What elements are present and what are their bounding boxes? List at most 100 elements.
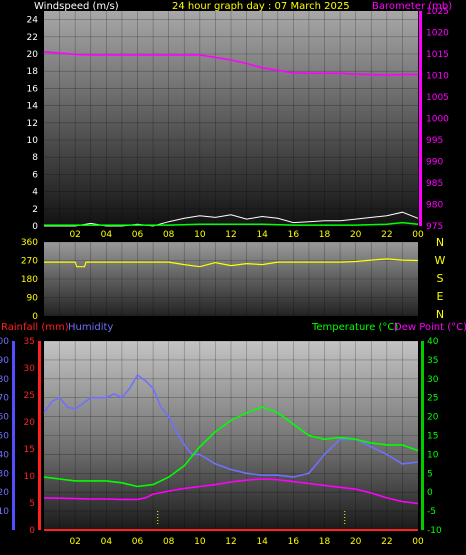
windspeed-tick-label: 16: [27, 84, 39, 94]
barometer-tick-label: 1000: [426, 115, 449, 125]
time-tick-label: 14: [256, 537, 268, 547]
rainfall-tick-label: 25: [24, 391, 35, 401]
barometer-tick-label: 1005: [426, 93, 449, 103]
time-tick-label: 10: [194, 230, 206, 240]
temperature-scale-bar: [421, 341, 424, 530]
rainfall-tick-label: 10: [24, 472, 36, 482]
windspeed-axis: 024681012141618202224: [27, 16, 39, 232]
temperature-label: Temperature (°C): [311, 322, 398, 333]
time-tick-label: 02: [69, 537, 80, 547]
time-tick-label: 12: [225, 537, 236, 547]
compass-labels: NWSEN: [435, 236, 446, 321]
direction-tick-label: 360: [21, 238, 38, 248]
humidity-tick-label: 80: [0, 375, 9, 385]
temperature-axis: -10 -5 0 5 10 15 20 25 30 35 40: [427, 337, 442, 536]
rainfall-tick-label: 15: [24, 445, 35, 455]
temperature-tick-label: 5: [427, 469, 433, 479]
humidity-tick-label: 50: [0, 432, 9, 442]
windspeed-label: Windspeed (m/s): [34, 1, 119, 12]
humidity-tick-label: 40: [0, 450, 9, 460]
barometer-scale-bar: [419, 11, 422, 226]
weather-graph: Windspeed (m/s) 24 hour graph day : 07 M…: [0, 1, 466, 547]
wind-time-axis: 02 04 06 08 10 12 14 16 18 20 22 00: [69, 230, 424, 240]
windspeed-tick-label: 14: [27, 102, 39, 112]
time-tick-label: 10: [194, 537, 206, 547]
time-tick-label: 04: [101, 230, 113, 240]
windspeed-tick-label: 10: [27, 136, 39, 146]
humidity-tick-label: 70: [0, 394, 9, 404]
temperature-tick-label: -10: [427, 526, 442, 536]
temperature-tick-label: 30: [427, 375, 439, 385]
compass-label: E: [437, 290, 444, 303]
humidity-axis: 10 20 30 40 50 60 70 80 90 100: [0, 337, 9, 517]
direction-axis: 0 90 180 270 360: [21, 238, 38, 322]
humidity-scale-bar: [12, 341, 15, 530]
temperature-tick-label: 25: [427, 394, 438, 404]
time-tick-label: 06: [132, 230, 144, 240]
humidity-tick-label: 20: [0, 488, 9, 498]
windspeed-tick-label: 12: [27, 119, 38, 129]
humidity-tick-label: 10: [0, 507, 9, 517]
barometer-tick-label: 995: [426, 136, 443, 146]
graph-title: 24 hour graph day : 07 March 2025: [172, 1, 350, 12]
rainfall-tick-label: 30: [24, 364, 36, 374]
time-tick-label: 22: [381, 230, 392, 240]
temperature-tick-label: 35: [427, 356, 438, 366]
compass-label: N: [436, 236, 444, 249]
temperature-tick-label: 0: [427, 488, 433, 498]
compass-label: W: [435, 254, 446, 267]
time-tick-label: 12: [225, 230, 236, 240]
humidity-tick-label: 90: [0, 356, 9, 366]
compass-label: S: [437, 272, 444, 285]
direction-tick-label: 0: [32, 312, 38, 322]
barometer-tick-label: 980: [426, 201, 443, 211]
temperature-tick-label: 10: [427, 450, 439, 460]
windspeed-tick-label: 24: [27, 16, 39, 26]
rainfall-tick-label: 0: [29, 526, 35, 536]
time-tick-label: 02: [69, 230, 80, 240]
barometer-tick-label: 1010: [426, 72, 449, 82]
time-tick-label: 16: [288, 537, 300, 547]
rainfall-label: Rainfall (mm): [1, 322, 69, 333]
temperature-tick-label: -5: [427, 507, 436, 517]
rainfall-tick-label: 35: [24, 337, 35, 347]
time-tick-label: 22: [381, 537, 392, 547]
dewpoint-label: Dew Point (°C): [394, 322, 466, 333]
time-tick-label: 18: [319, 537, 331, 547]
time-tick-label: 20: [350, 230, 362, 240]
windspeed-tick-label: 8: [32, 153, 38, 163]
temperature-tick-label: 20: [427, 413, 439, 423]
time-tick-label: 14: [256, 230, 268, 240]
temperature-tick-label: 15: [427, 432, 438, 442]
windspeed-tick-label: 18: [27, 67, 39, 77]
barometer-tick-label: 1025: [426, 7, 449, 17]
barometer-tick-label: 1015: [426, 50, 449, 60]
compass-label: N: [436, 308, 444, 321]
barometer-tick-label: 975: [426, 222, 443, 232]
barometer-tick-label: 985: [426, 179, 443, 189]
humidity-tick-label: 100: [0, 337, 9, 347]
time-tick-label: 20: [350, 537, 362, 547]
time-tick-label: 18: [319, 230, 331, 240]
time-tick-label: 00: [412, 230, 424, 240]
windspeed-tick-label: 20: [27, 50, 39, 60]
humidity-label: Humidity: [68, 322, 113, 333]
time-tick-label: 08: [163, 230, 175, 240]
windspeed-tick-label: 22: [27, 33, 38, 43]
temperature-tick-label: 40: [427, 337, 439, 347]
humidity-tick-label: 60: [0, 413, 9, 423]
rainfall-scale-bar: [38, 341, 41, 530]
windspeed-tick-label: 0: [32, 222, 38, 232]
windspeed-tick-label: 4: [32, 188, 38, 198]
rainfall-tick-label: 5: [29, 499, 35, 509]
windspeed-tick-label: 2: [32, 205, 38, 215]
direction-tick-label: 90: [27, 294, 39, 304]
direction-tick-label: 180: [21, 275, 38, 285]
barometer-axis: 975 980 985 990 995 1000 1005 1010 1015 1020 1025: [426, 7, 449, 232]
barometer-tick-label: 990: [426, 158, 443, 168]
rainfall-axis: 0 5 10 15 20 25 30 35: [24, 337, 36, 536]
time-tick-label: 04: [101, 537, 113, 547]
humidity-tick-label: 30: [0, 469, 9, 479]
time-tick-label: 08: [163, 537, 175, 547]
time-tick-label: 00: [412, 537, 424, 547]
